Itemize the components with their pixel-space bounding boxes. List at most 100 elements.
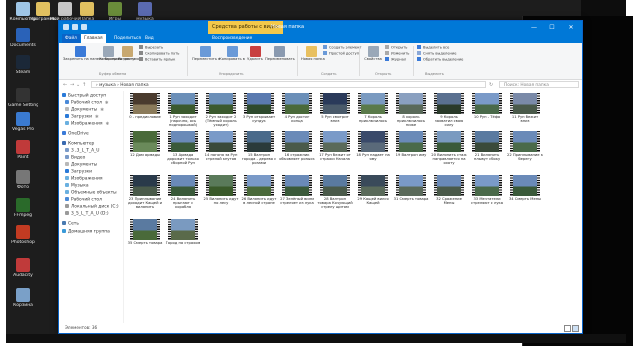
nav-item[interactable]: Рабочий стол [65,197,102,204]
select-all-button[interactable]: Выделить все [417,45,449,51]
up-arrow-icon[interactable]: ↑ [82,81,86,89]
maximize-button[interactable]: ☐ [543,21,561,34]
video-file[interactable]: 0 - предисловие [127,93,163,119]
video-file[interactable]: 11 Рун бежит вниз [507,93,543,123]
copy-button[interactable]: Копировать [99,46,121,61]
close-button[interactable]: ✕ [562,21,580,34]
rename-button[interactable]: Переименовать [265,46,295,61]
video-file[interactable]: 29 Кащей вился Кащей [355,175,391,205]
tab-home[interactable]: Главная [81,34,106,43]
quick-access-folder-icon[interactable] [72,24,78,30]
tab-view[interactable]: Вид [142,34,157,43]
video-file[interactable]: 27 Зелёный вилм стреляет из лука [279,175,315,205]
tab-file[interactable]: Файл [62,34,80,43]
tab-playback[interactable]: Воспроизведение [209,34,255,43]
video-file[interactable]: 25 Вилянить идут по лесу [203,175,239,205]
select-none-button[interactable]: Снять выделение [417,51,456,57]
video-file[interactable]: 18 Рун падает на яму [355,131,391,161]
video-file[interactable]: 10 Рун - Тёфо [469,93,505,119]
tab-share[interactable]: Поделиться [111,34,144,43]
nav-item[interactable]: Документы ✱ [65,107,104,114]
video-file[interactable]: 35 Смерть товара [127,219,163,245]
nav-item[interactable]: 3_5_L_T_A_U (D:) [65,211,109,218]
nav-item[interactable]: 3 ,3_L_T_A_U [65,148,100,155]
desktop-shortcut[interactable]: Папка [72,2,102,22]
properties-button[interactable]: Свойства [363,46,383,61]
video-file[interactable]: 14 погоня за Рун стрелой кнутов [203,131,239,161]
quick-access-customize-icon[interactable] [81,24,87,30]
video-file[interactable]: 26 Вилянить идут в лесной стране [241,175,277,205]
desktop-shortcut[interactable]: Documents [8,28,38,48]
video-file[interactable]: 20 Вилянить стаж направляется на охоту [431,131,467,166]
video-file[interactable]: 13 Армада дорожит только сборной Рун [165,131,201,166]
nav-item[interactable]: Изображения ✱ [65,121,109,128]
desktop-shortcut[interactable]: Фото [8,170,38,190]
move-to-button[interactable]: Переместить в [192,46,220,61]
video-file[interactable]: 21 Вилянить плывут сбоку [469,131,505,161]
back-arrow-icon[interactable]: ← [63,81,67,89]
video-file[interactable]: 3 Рун открывает сундук [241,93,277,123]
quick-access-save-icon[interactable] [63,24,69,30]
copy-to-button[interactable]: Копировать в [219,46,245,61]
delete-button[interactable]: Удалить [246,46,264,61]
video-file[interactable]: 33 Мечтатели стреляют с лука [469,175,505,205]
video-file[interactable]: 15 Валтрон города - дерево с розами [241,131,277,166]
desktop-shortcut[interactable]: музыка [130,2,160,22]
nav-item[interactable]: Документы [65,162,97,169]
video-file[interactable]: 4 Рун достиг конца [279,93,315,123]
desktop-shortcut[interactable]: Игры [100,2,130,22]
recent-chevron-icon[interactable]: ⌄ [76,81,80,89]
nav-item[interactable]: Загрузки ✱ [65,114,99,121]
desktop-shortcut[interactable]: FFmpeg [8,198,38,218]
new-item-button[interactable]: Создать элемент [323,45,362,51]
nav-item[interactable]: Изображения [65,176,103,183]
nav-item[interactable]: Загрузки [65,169,92,176]
pin-quick-access-button[interactable]: Закрепить на панели быстрого доступа [63,46,139,61]
video-file[interactable]: Город на страхом [165,219,201,245]
video-file[interactable]: 8 король приключилось ниже [393,93,429,128]
address-input[interactable]: › музыка › Новая папка [91,81,486,88]
video-file[interactable]: 9 Король захватил свою силу [431,93,467,128]
nav-item[interactable]: Быстрый доступ [62,93,106,100]
desktop-shortcut[interactable]: Photoshop [8,225,38,245]
nav-item[interactable]: Компьютер [62,141,94,148]
nav-item[interactable]: Рабочий стол ✱ [65,100,109,107]
nav-item[interactable]: Локальный диск (C:) [65,204,119,211]
video-file[interactable]: 32 Сражение Мены [431,175,467,205]
video-file[interactable]: 19 Валтрон иму [393,131,429,157]
copy-path-button[interactable]: Скопировать путь [139,51,179,57]
video-file[interactable]: 5 Рун смотрит вниз [317,93,353,123]
edit-button[interactable]: Изменить [385,51,409,57]
search-input[interactable]: Поиск: Новая папка [499,81,579,88]
nav-item[interactable]: Домашняя группа [62,229,110,236]
desktop-shortcut[interactable]: Steam [8,55,38,75]
video-file[interactable]: 24 Вилянить прыгают с корабля [165,175,201,210]
nav-item[interactable]: Объемные объекты [65,190,117,197]
details-view-icon[interactable] [564,325,571,332]
video-file[interactable]: 28 Валтрон товара Кочующий стрелу щитом [317,175,353,210]
video-file[interactable]: 7 Король приключилось [355,93,391,123]
desktop-shortcut[interactable]: Vegas Pro [8,112,38,132]
video-file[interactable]: 23 Приплывание доходит Кащей и вилянить [127,175,163,210]
desktop-shortcut[interactable]: Audacity [8,258,38,278]
video-file[interactable]: 2 Рун заходит 2 (Тёмный король уходит) [203,93,239,128]
easy-access-button[interactable]: Простой доступ [323,51,359,57]
paste-button[interactable]: Вставить [118,46,136,61]
video-file[interactable]: 16 стражник объявляет розыск [279,131,315,161]
video-file[interactable]: 17 Рун бежит от стражи Начала [317,131,353,161]
minimize-button[interactable]: — [525,21,543,34]
paste-shortcut-button[interactable]: Вставить ярлык [139,57,175,63]
desktop-shortcut[interactable]: Корзина [8,288,38,308]
open-button[interactable]: Открыть [385,45,407,51]
history-button[interactable]: Журнал [385,57,406,63]
invert-selection-button[interactable]: Обратить выделение [417,57,463,63]
video-file[interactable]: 31 Смерть товара [393,175,429,201]
video-file[interactable]: 34 Смерть Мены [507,175,543,201]
desktop-shortcut[interactable]: Paint [8,140,38,160]
large-icons-view-icon[interactable] [572,325,579,332]
new-folder-button[interactable]: Новая папка [301,46,325,61]
forward-arrow-icon[interactable]: → [70,81,74,89]
cut-button[interactable]: Вырезать [139,45,163,51]
video-file[interactable]: 22 Приплывание к берегу [507,131,543,161]
refresh-icon[interactable]: ↻ [489,81,493,89]
